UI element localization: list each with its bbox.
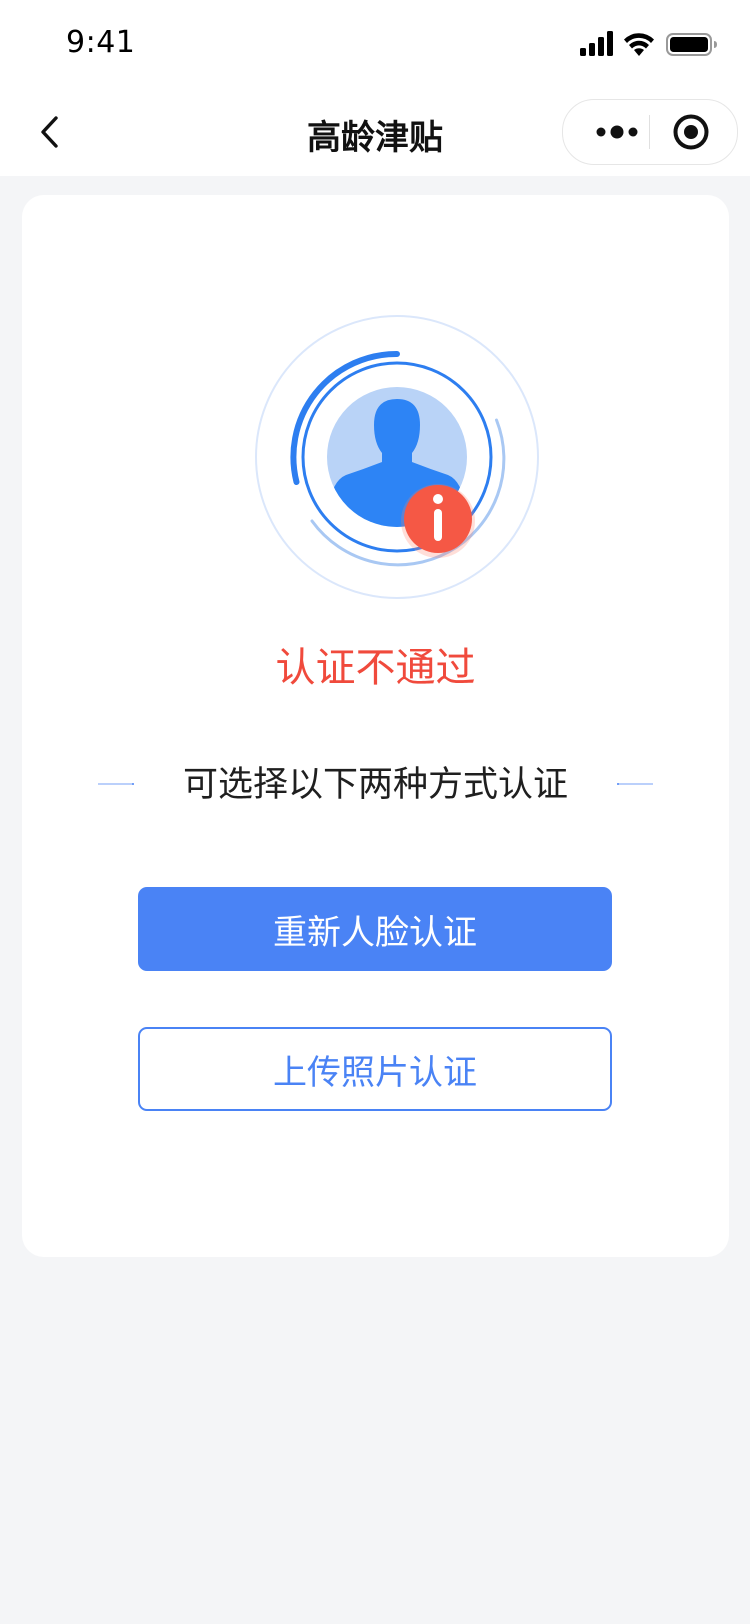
mini-program-capsule xyxy=(562,99,738,165)
verification-status-text: 认证不通过 xyxy=(275,645,476,691)
options-prompt: 可选择以下两种方式认证 xyxy=(182,765,568,805)
signal-icon xyxy=(580,31,613,56)
upload-photo-verification-button[interactable]: 上传照片认证 xyxy=(138,1027,612,1111)
wifi-icon xyxy=(624,33,654,56)
divider-line-right xyxy=(617,783,653,785)
retry-face-verification-button[interactable]: 重新人脸认证 xyxy=(138,887,612,971)
capsule-divider xyxy=(649,115,650,149)
close-button[interactable] xyxy=(659,100,723,164)
divider-row: 可选择以下两种方式认证 xyxy=(22,760,729,810)
status-time: 9:41 xyxy=(66,25,136,60)
warning-icon xyxy=(401,484,475,558)
status-icons xyxy=(580,30,720,58)
nav-bar: 高龄津贴 xyxy=(0,88,750,176)
more-dots-icon xyxy=(596,125,638,139)
more-button[interactable] xyxy=(585,100,649,164)
face-result-graphic xyxy=(252,315,542,605)
status-bar: 9:41 xyxy=(0,0,750,88)
battery-icon xyxy=(666,33,717,56)
target-close-icon xyxy=(673,114,709,150)
result-card: 认证不通过 可选择以下两种方式认证 重新人脸认证 上传照片认证 xyxy=(22,195,729,1257)
